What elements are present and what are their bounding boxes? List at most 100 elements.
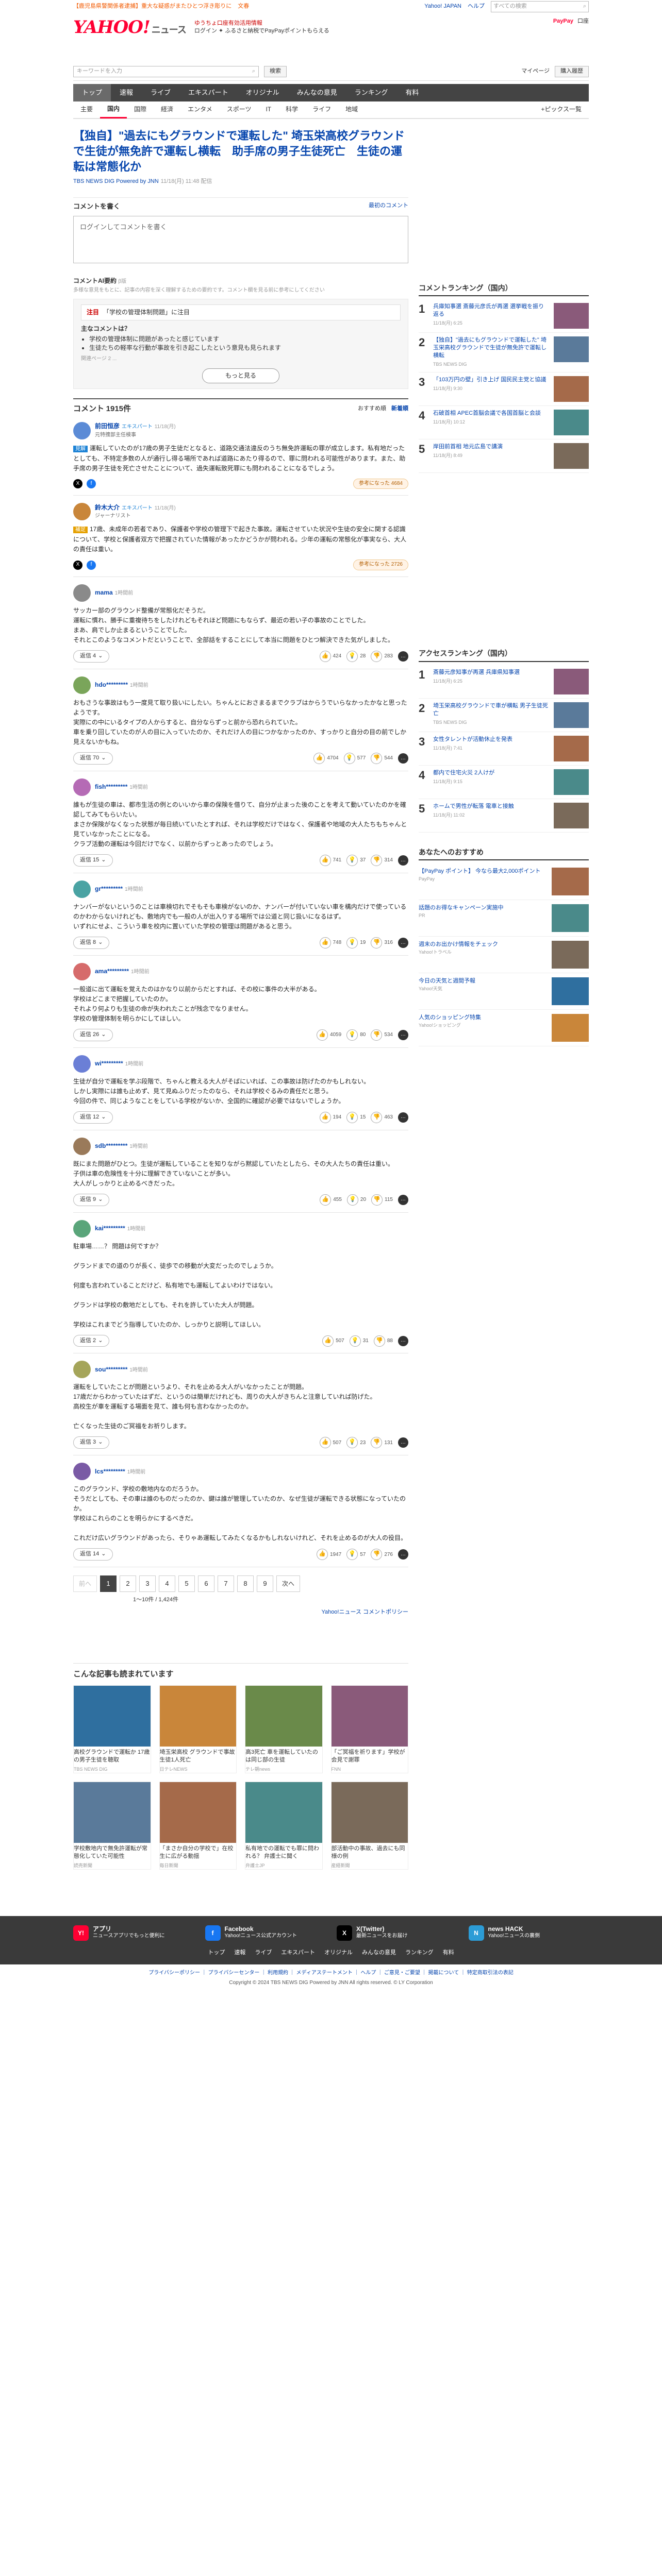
avatar[interactable] xyxy=(73,1219,91,1238)
facebook-icon[interactable]: f xyxy=(87,560,96,570)
vote-up[interactable]: 👍 748 xyxy=(319,937,341,948)
x-icon[interactable]: X xyxy=(73,479,82,489)
recommended-tile[interactable]: 学校敷地内で無免許運転が常態化していた可能性 読売新聞 xyxy=(73,1782,151,1870)
keyword-search[interactable]: キーワードを入力 ⌕ xyxy=(73,66,259,77)
vote-mid[interactable]: 💡 57 xyxy=(346,1549,366,1561)
ranking-item[interactable]: 1 兵庫知事選 斎藤元彦氏が再選 選挙戦を振り返る 11/18(月) 6:25 xyxy=(419,299,589,333)
purchase-history-button[interactable]: 購入履歴 xyxy=(555,66,589,77)
recommended-tile[interactable]: 高校グラウンドで運転か 17歳の男子生徒を聴取 TBS NEWS DIG xyxy=(73,1685,151,1774)
reply-button[interactable]: 返信 12 ⌄ xyxy=(73,1111,113,1124)
author-name[interactable]: 前田恒彦 xyxy=(95,422,120,430)
more-icon[interactable]: … xyxy=(398,937,408,948)
subnav-item[interactable]: 経済 xyxy=(154,105,180,114)
avatar[interactable] xyxy=(73,1055,91,1073)
page-link[interactable]: 7 xyxy=(218,1575,235,1592)
avatar[interactable] xyxy=(73,880,91,898)
footer-nav-item[interactable]: オリジナル xyxy=(324,1949,353,1957)
nav-item[interactable]: 有料 xyxy=(396,84,427,101)
comment-author[interactable]: fish********* 1時間前 xyxy=(95,783,148,792)
sort-new[interactable]: 新着順 xyxy=(391,405,408,413)
ranking-item[interactable]: 4 都内で住宅火災 2人けが 11/18(月) 9:15 xyxy=(419,766,589,799)
legal-links[interactable]: プライバシーポリシー ｜ プライバシーセンター ｜ 利用規約 ｜ メディアステー… xyxy=(0,1964,662,1979)
more-icon[interactable]: … xyxy=(398,1112,408,1123)
subnav-more-link[interactable]: +ピックス一覧 xyxy=(534,105,589,114)
yahoo-news-logo[interactable]: YAHOO! ニュース xyxy=(73,18,187,40)
nav-item[interactable]: ランキング xyxy=(346,84,397,101)
next-page[interactable]: 次へ xyxy=(276,1575,301,1592)
vote-up[interactable]: 👍 194 xyxy=(319,1111,341,1123)
avatar[interactable] xyxy=(73,503,91,521)
avatar[interactable] xyxy=(73,584,91,602)
top-search[interactable]: すべての検索 ⌕ xyxy=(491,1,589,12)
footer-nav-item[interactable]: ライブ xyxy=(255,1949,272,1957)
ranking-item[interactable]: 3 「103万円の壁」引き上げ 国民民主党と協議 11/18(月) 9:30 xyxy=(419,372,589,406)
vote-down[interactable]: 👎 463 xyxy=(371,1111,393,1123)
reply-button[interactable]: 返信 8 ⌄ xyxy=(73,936,110,949)
reply-button[interactable]: 返信 4 ⌄ xyxy=(73,650,110,663)
ad-item[interactable]: 話題のお得なキャンペーン実施中 PR xyxy=(419,900,589,937)
ad-item[interactable]: 今日の天気と週間予報 Yahoo!天気 xyxy=(419,973,589,1010)
agree-button[interactable]: 参考になった 4684 xyxy=(353,478,408,489)
subnav-item[interactable]: スポーツ xyxy=(220,105,259,114)
ranking-item[interactable]: 5 岸田前首相 地元広島で講演 11/18(月) 8:49 xyxy=(419,439,589,473)
vote-mid[interactable]: 💡 20 xyxy=(346,1194,366,1206)
reply-button[interactable]: 返信 15 ⌄ xyxy=(73,854,113,867)
page-link[interactable]: 1 xyxy=(100,1575,117,1592)
comment-rule-link[interactable]: 最初のコメント xyxy=(369,202,408,212)
avatar[interactable] xyxy=(73,676,91,694)
comment-author[interactable]: sdb********* 1時間前 xyxy=(95,1142,148,1151)
more-icon[interactable]: … xyxy=(398,651,408,662)
vote-down[interactable]: 👎 131 xyxy=(371,1437,393,1449)
vote-up[interactable]: 👍 424 xyxy=(319,650,341,662)
alert-link[interactable]: 【鹿児島県警関係者逮捕】重大な疑惑がまたひとつ浮き彫りに xyxy=(73,3,231,11)
page-link[interactable]: 9 xyxy=(257,1575,274,1592)
nav-item[interactable]: トップ xyxy=(73,84,111,101)
recommended-tile[interactable]: 「まさか自分の学校で」在校生に広がる動揺 毎日新聞 xyxy=(159,1782,237,1870)
vote-down[interactable]: 👎 534 xyxy=(371,1029,393,1041)
reply-button[interactable]: 返信 14 ⌄ xyxy=(73,1548,113,1561)
reply-button[interactable]: 返信 70 ⌄ xyxy=(73,752,113,765)
page-link[interactable]: 2 xyxy=(120,1575,137,1592)
page-link[interactable]: 5 xyxy=(178,1575,195,1592)
author-name[interactable]: kai********* xyxy=(95,1225,125,1232)
page-link[interactable]: 8 xyxy=(237,1575,254,1592)
ai-more-button[interactable]: もっと見る xyxy=(202,368,279,384)
more-icon[interactable]: … xyxy=(398,753,408,764)
recommended-tile[interactable]: 部活動中の事故、過去にも同様の例 産経新聞 xyxy=(330,1782,408,1870)
vote-down[interactable]: 👎 314 xyxy=(371,854,393,866)
author-name[interactable]: 鈴木大介 xyxy=(95,504,120,511)
vote-down[interactable]: 👎 283 xyxy=(371,650,393,662)
comment-author[interactable]: sou********* 1時間前 xyxy=(95,1365,148,1375)
vote-down[interactable]: 👎 88 xyxy=(373,1335,393,1347)
article-source[interactable]: TBS NEWS DIG Powered by JNN xyxy=(73,178,159,184)
vote-down[interactable]: 👎 544 xyxy=(371,752,393,764)
vote-up[interactable]: 👍 507 xyxy=(322,1335,344,1347)
more-icon[interactable]: … xyxy=(398,1437,408,1448)
sort-recommend[interactable]: おすすめ順 xyxy=(358,405,386,413)
ranking-item[interactable]: 3 女性タレントが活動休止を発表 11/18(月) 7:41 xyxy=(419,732,589,766)
yahoo-japan-link[interactable]: Yahoo! JAPAN xyxy=(424,3,461,11)
comment-author[interactable]: gr********* 1時間前 xyxy=(95,885,143,894)
vote-up[interactable]: 👍 4059 xyxy=(316,1029,341,1041)
nav-item[interactable]: 速報 xyxy=(111,84,142,101)
vote-up[interactable]: 👍 741 xyxy=(319,854,341,866)
comment-author[interactable]: ama********* 1時間前 xyxy=(95,967,150,976)
subnav-item[interactable]: 国際 xyxy=(127,105,154,114)
vote-up[interactable]: 👍 455 xyxy=(320,1194,342,1206)
page-link[interactable]: 6 xyxy=(198,1575,215,1592)
search-button[interactable]: 検索 xyxy=(264,66,287,77)
footer-nav-item[interactable]: みんなの意見 xyxy=(362,1949,396,1957)
author-name[interactable]: hdo********* xyxy=(95,681,128,688)
author-name[interactable]: fish********* xyxy=(95,783,127,790)
subnav-item[interactable]: 科学 xyxy=(278,105,305,114)
author-name[interactable]: sou********* xyxy=(95,1366,127,1373)
more-icon[interactable]: … xyxy=(398,855,408,866)
author-name[interactable]: lcs********* xyxy=(95,1468,125,1475)
reply-button[interactable]: 返信 26 ⌄ xyxy=(73,1028,113,1041)
recommended-tile[interactable]: 高3死亡 車を運転していたのは同じ部の生徒 テレ朝news xyxy=(245,1685,323,1774)
vote-mid[interactable]: 💡 15 xyxy=(346,1111,366,1123)
recommended-tile[interactable]: 埼玉栄高校 グラウンドで事故 生徒1人死亡 日テレNEWS xyxy=(159,1685,237,1774)
comment-author[interactable]: lcs********* 1時間前 xyxy=(95,1467,145,1477)
comment-author[interactable]: kai********* 1時間前 xyxy=(95,1224,145,1233)
author-name[interactable]: wi********* xyxy=(95,1060,123,1067)
